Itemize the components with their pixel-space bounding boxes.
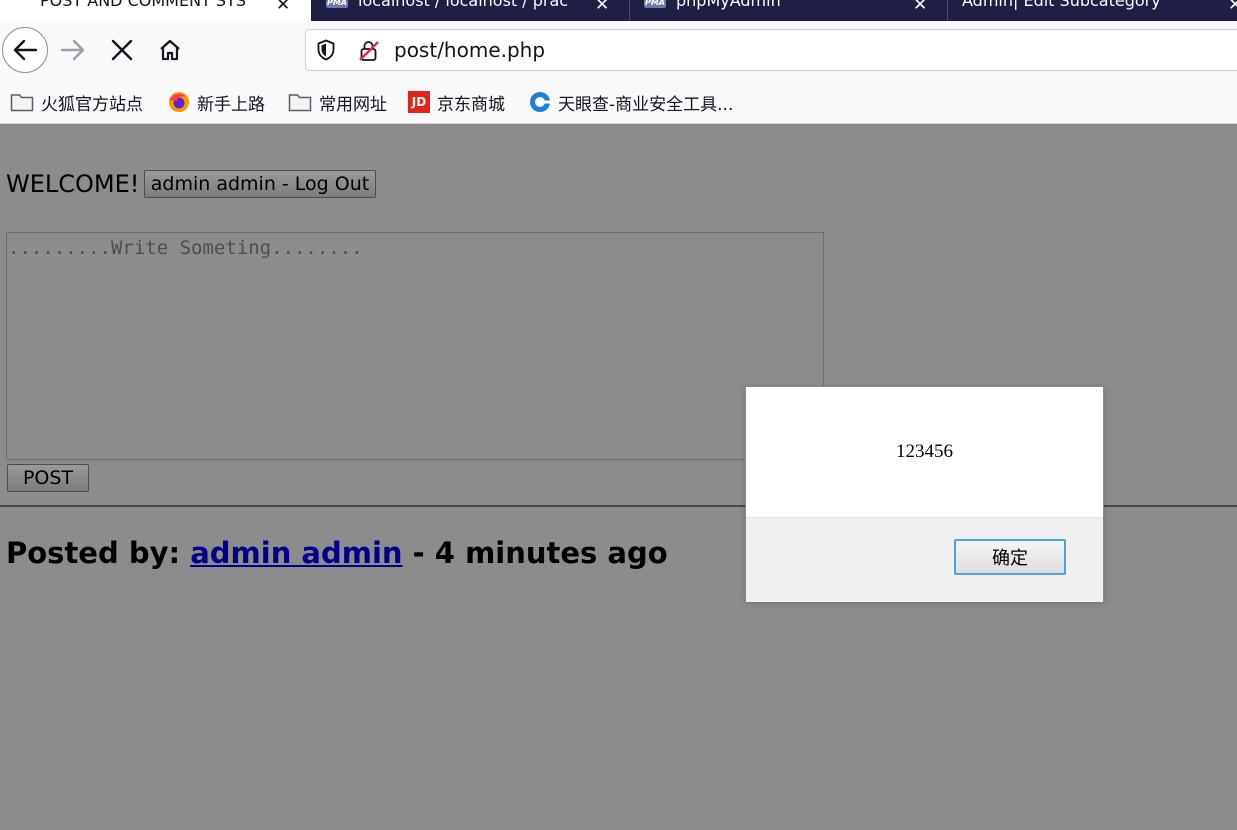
back-arrow-icon	[13, 39, 38, 61]
url-bar[interactable]: post/home.php	[305, 29, 1237, 71]
tab-admin-edit-subcategory[interactable]: Admin| Edit Subcategory ✕	[948, 0, 1237, 21]
logout-button[interactable]: admin admin - Log Out	[144, 170, 376, 198]
tab-close-icon[interactable]: ✕	[913, 0, 927, 15]
tab-close-icon[interactable]: ✕	[276, 0, 290, 15]
forward-button[interactable]	[50, 27, 96, 73]
stop-button[interactable]	[99, 27, 145, 73]
post-time: - 4 minutes ago	[402, 536, 668, 570]
bookmark-label: 天眼查-商业安全工具...	[558, 94, 734, 115]
alert-footer: 确定	[746, 517, 1103, 602]
tab-title: phpMyAdmin	[676, 0, 781, 10]
welcome-text: WELCOME!	[6, 170, 140, 198]
bookmark-label: 常用网址	[319, 94, 387, 115]
bookmark-label: 京东商城	[437, 94, 505, 115]
shield-icon[interactable]	[316, 39, 336, 61]
bookmark-common-sites[interactable]: 常用网址	[288, 90, 387, 115]
back-button[interactable]	[2, 27, 48, 73]
bookmark-label: 新手上路	[197, 94, 265, 115]
url-text[interactable]: post/home.php	[394, 38, 545, 62]
navigation-toolbar: post/home.php	[0, 21, 1237, 80]
alert-dialog: 123456 确定	[745, 386, 1104, 602]
bookmark-label: 火狐官方站点	[41, 94, 143, 115]
folder-icon	[10, 94, 34, 112]
tianyancha-icon	[530, 92, 550, 112]
tab-close-icon[interactable]: ✕	[595, 0, 609, 15]
jd-icon: JD	[408, 91, 430, 113]
pma-icon: PMA	[326, 0, 348, 8]
ok-button[interactable]: 确定	[954, 539, 1066, 575]
bookmark-getting-started[interactable]: 新手上路	[168, 90, 265, 115]
pma-icon: PMA	[644, 0, 666, 8]
home-button[interactable]	[147, 27, 193, 73]
tab-title: localhost / localhost / prac	[358, 0, 569, 10]
stop-x-icon	[111, 39, 133, 61]
insecure-lock-icon[interactable]	[358, 40, 380, 62]
post-header: Posted by: admin admin - 4 minutes ago	[6, 536, 668, 570]
tab-strip: POST AND COMMENT SYS ✕ PMA localhost / l…	[0, 0, 1237, 21]
alert-message: 123456	[896, 441, 953, 462]
home-icon	[160, 39, 180, 61]
bookmark-firefox-official[interactable]: 火狐官方站点	[10, 90, 143, 115]
tab-title: POST AND COMMENT SYS	[40, 0, 246, 10]
tab-title: Admin| Edit Subcategory	[962, 0, 1161, 10]
tab-phpmyadmin[interactable]: PMA phpMyAdmin ✕	[630, 0, 947, 21]
folder-icon	[288, 94, 312, 112]
bookmark-jd[interactable]: JD 京东商城	[408, 90, 505, 115]
post-textarea[interactable]	[6, 232, 824, 460]
author-link[interactable]: admin admin	[190, 536, 402, 570]
bookmarks-toolbar: 火狐官方站点 新手上路 常用网址 JD 京东商城 天眼查-商业安全工具...	[0, 80, 1237, 124]
tab-close-icon[interactable]: ✕	[1228, 0, 1237, 15]
posted-by-label: Posted by:	[6, 536, 181, 570]
forward-arrow-icon	[60, 39, 85, 61]
bookmark-tianyancha[interactable]: 天眼查-商业安全工具...	[529, 90, 734, 115]
post-button[interactable]: POST	[7, 464, 89, 492]
tab-post-and-comment[interactable]: POST AND COMMENT SYS ✕	[0, 0, 311, 21]
firefox-icon	[169, 92, 189, 112]
tab-localhost[interactable]: PMA localhost / localhost / prac ✕	[312, 0, 629, 21]
